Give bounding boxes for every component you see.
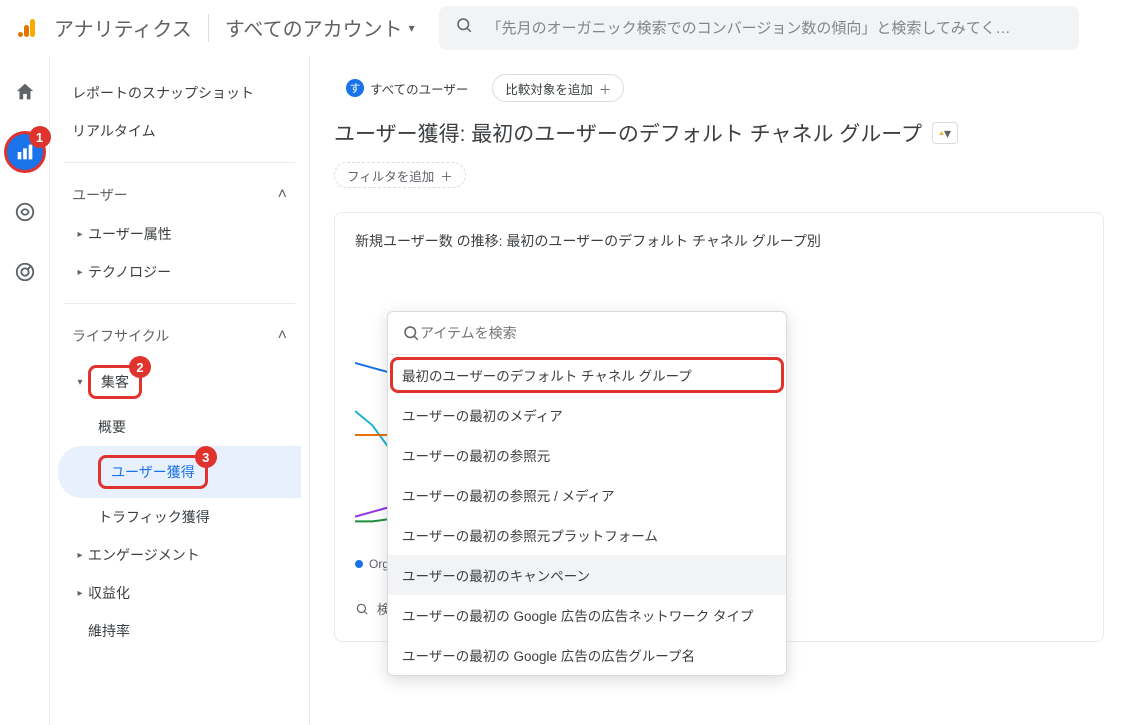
dropdown-option-first-campaign[interactable]: ユーザーの最初のキャンペーン [388,555,786,595]
caret-down-icon: ▾ [944,125,951,142]
dropdown-option-google-ads-network[interactable]: ユーザーの最初の Google 広告の広告ネットワーク タイプ [388,595,786,635]
dropdown-option-first-source[interactable]: ユーザーの最初の参照元 [388,435,786,475]
chevron-up-icon: ˄ [278,327,287,345]
nav-user-acquisition[interactable]: ユーザー獲得 3 [58,446,301,498]
nav-snapshot[interactable]: レポートのスナップショット [58,74,301,112]
app-header: アナリティクス すべてのアカウント ▾ 「先月のオーガニック検索でのコンバージョ… [0,0,1128,56]
annotation-badge-3: 3 [195,446,217,468]
account-switcher[interactable]: すべてのアカウント ▾ [225,13,415,42]
left-rail: 1 [0,56,50,725]
annotation-badge-2: 2 [129,356,151,378]
chart-card-title: 新規ユーザー数 の推移: 最初のユーザーのデフォルト チャネル グループ別 [355,231,1083,251]
dimension-dropdown: 最初のユーザーのデフォルト チャネル グループ ユーザーの最初のメディア ユーザ… [387,311,787,676]
nav-lifecycle-section[interactable]: ライフサイクル ˄ [58,316,301,356]
rail-advertising[interactable] [5,252,45,292]
plus-icon: ＋ [440,166,453,185]
app-title: アナリティクス [54,13,192,42]
dropdown-option-default-channel-group[interactable]: 最初のユーザーのデフォルト チャネル グループ [388,355,786,395]
nav-traffic-acquisition-label: トラフィック獲得 [98,509,210,525]
dropdown-option-first-source-medium[interactable]: ユーザーの最初の参照元 / メディア [388,475,786,515]
add-filter-chip[interactable]: フィルタを追加 ＋ [334,162,466,188]
nav-realtime[interactable]: リアルタイム [58,112,301,150]
chip-all-users[interactable]: す すべてのユーザー [334,74,480,102]
analytics-logo-icon [14,14,42,42]
triangle-down-icon: ▾ [72,377,88,388]
search-placeholder: 「先月のオーガニック検索でのコンバージョン数の傾向」と検索してみてく… [487,17,1063,38]
nav-engagement[interactable]: ▸エンゲージメント [58,536,301,574]
triangle-right-icon: ▸ [72,550,88,561]
legend-dot-icon [355,560,363,568]
nav-user-section[interactable]: ユーザー ˄ [58,175,301,215]
chevron-up-icon: ˄ [278,186,287,204]
nav-acquisition[interactable]: ▾ 集客 2 [58,356,301,408]
page-title-row: ユーザー獲得: 最初のユーザーのデフォルト チャネル グループ ▾ [334,118,1104,148]
header-divider [208,14,209,42]
segment-chips: す すべてのユーザー 比較対象を追加 ＋ [334,74,1104,102]
annotation-badge-1: 1 [29,126,51,148]
chip-add-compare[interactable]: 比較対象を追加 ＋ [492,74,624,102]
dropdown-option-first-medium[interactable]: ユーザーの最初のメディア [388,395,786,435]
triangle-right-icon: ▸ [72,267,88,278]
page-title: ユーザー獲得: 最初のユーザーのデフォルト チャネル グループ [334,118,922,148]
dropdown-search-input[interactable] [420,325,772,341]
nav-retention-label: 維持率 [88,621,130,641]
nav-acquisition-label: 集客 [101,374,129,390]
nav-monetization[interactable]: ▸収益化 [58,574,301,612]
dropdown-search[interactable] [388,312,786,355]
account-switcher-label: すべてのアカウント [225,13,403,42]
chart-card: 新規ユーザー数 の推移: 最初のユーザーのデフォルト チャネル グループ別 Or… [334,212,1104,642]
nav-user-attributes-label: ユーザー属性 [88,224,172,244]
nav-engagement-label: エンゲージメント [88,545,200,565]
nav-user-section-label: ユーザー [72,185,128,205]
report-navigation: レポートのスナップショット リアルタイム ユーザー ˄ ▸ユーザー属性 ▸テクノ… [50,56,310,725]
dropdown-option-first-source-platform[interactable]: ユーザーの最初の参照元プラットフォーム [388,515,786,555]
rail-reports[interactable]: 1 [5,132,45,172]
add-filter-label: フィルタを追加 [347,166,434,185]
rail-home[interactable] [5,72,45,112]
plus-icon: ＋ [599,79,612,98]
search-icon [402,324,420,342]
triangle-right-icon: ▸ [72,588,88,599]
rail-explore[interactable] [5,192,45,232]
search-icon [455,16,473,39]
nav-retention[interactable]: 維持率 [58,612,301,650]
global-search[interactable]: 「先月のオーガニック検索でのコンバージョン数の傾向」と検索してみてく… [439,6,1079,50]
nav-technology[interactable]: ▸テクノロジー [58,253,301,291]
nav-overview-label: 概要 [98,419,126,435]
nav-overview[interactable]: 概要 [58,408,301,446]
nav-technology-label: テクノロジー [88,262,171,282]
triangle-right-icon: ▸ [72,229,88,240]
chip-all-users-label: すべてのユーザー [370,79,468,98]
dropdown-option-google-ads-adgroup[interactable]: ユーザーの最初の Google 広告の広告グループ名 [388,635,786,675]
nav-traffic-acquisition[interactable]: トラフィック獲得 [58,498,301,536]
main-content: す すべてのユーザー 比較対象を追加 ＋ ユーザー獲得: 最初のユーザーのデフォ… [310,56,1128,725]
chip-all-users-badge: す [346,79,364,97]
chip-add-compare-label: 比較対象を追加 [505,79,593,98]
nav-user-acquisition-label: ユーザー獲得 [111,464,195,480]
nav-monetization-label: 収益化 [88,583,130,603]
nav-user-attributes[interactable]: ▸ユーザー属性 [58,215,301,253]
caret-down-icon: ▾ [409,21,415,35]
warning-dropdown[interactable]: ▾ [932,122,958,144]
nav-lifecycle-section-label: ライフサイクル [72,326,169,346]
search-icon [355,602,369,616]
